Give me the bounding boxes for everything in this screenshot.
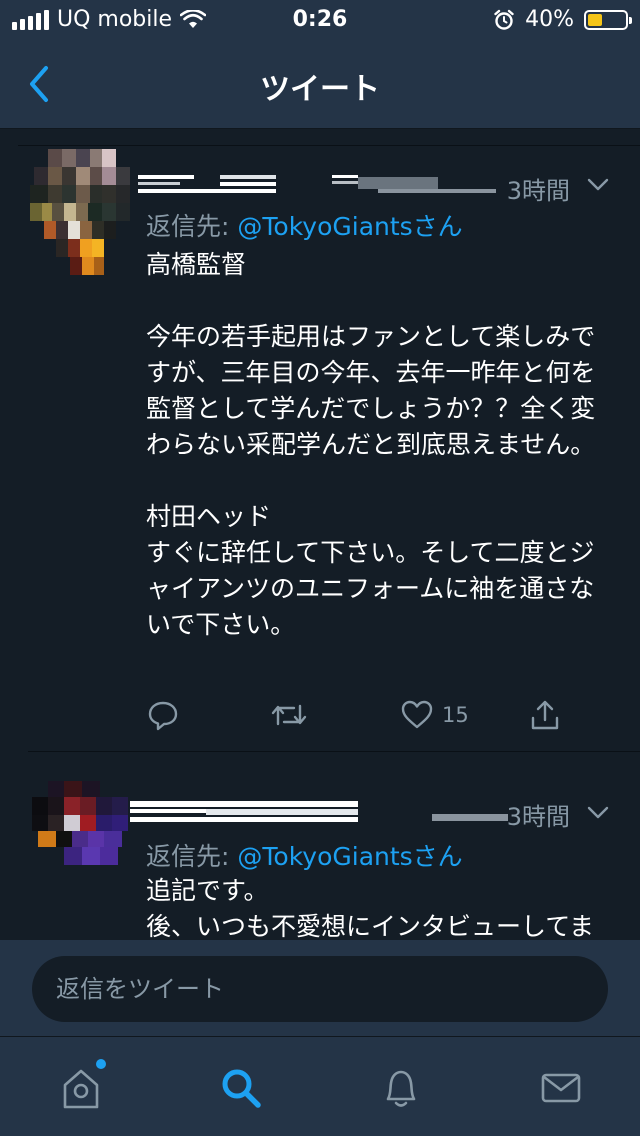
reply-input[interactable] bbox=[32, 956, 608, 1022]
tab-home[interactable] bbox=[56, 1059, 106, 1113]
search-icon bbox=[222, 1069, 261, 1108]
navigation-bar: ツイート bbox=[0, 40, 640, 129]
notifications-icon bbox=[386, 1070, 416, 1107]
tweet-feed[interactable]: 3時間 返信先: @TokyoGiantsさん 高橋監督 今年の若手起用はファン… bbox=[0, 129, 640, 940]
new-tweets-indicator bbox=[96, 1059, 106, 1069]
like-count: 15 bbox=[442, 703, 469, 727]
mention-link[interactable]: @TokyoGiantsさん bbox=[237, 212, 462, 241]
display-name bbox=[138, 175, 496, 193]
chevron-down-icon bbox=[587, 178, 609, 191]
app: UQ mobile 0:26 40% ツイート 3時間 返信先: @TokyoG… bbox=[0, 0, 640, 1136]
tweet-time: 3時間 bbox=[506, 803, 570, 831]
tweet[interactable]: 3時間 返信先: @TokyoGiantsさん 追記です。 後、いつも不愛想にイ… bbox=[0, 751, 640, 940]
battery-level bbox=[588, 13, 602, 26]
tweet-menu-button[interactable] bbox=[584, 175, 612, 195]
avatar[interactable] bbox=[30, 781, 134, 879]
share-icon bbox=[531, 700, 559, 730]
reply-prefix: 返信先: bbox=[146, 842, 238, 871]
reply-context: 返信先: @TokyoGiantsさん bbox=[146, 207, 463, 243]
tweet-text: 高橋監督 今年の若手起用はファンとして楽しみですが、三年目の今年、去年一昨年と何… bbox=[146, 250, 596, 639]
battery-percent: 40% bbox=[525, 7, 574, 32]
tweet-text: 追記です。 後、いつも不愛想にインタビューしてますが選手より自らを律してくだ bbox=[146, 876, 595, 940]
tweet-actions: 15 bbox=[146, 697, 586, 737]
share-button[interactable] bbox=[528, 697, 562, 733]
tab-notifications[interactable] bbox=[376, 1063, 426, 1113]
retweet-button[interactable] bbox=[270, 697, 308, 733]
alarm-icon bbox=[494, 9, 514, 30]
status-right: 40% bbox=[493, 7, 632, 32]
battery-icon bbox=[584, 9, 632, 30]
display-name bbox=[130, 801, 508, 822]
status-bar: UQ mobile 0:26 40% bbox=[0, 0, 640, 40]
reply-context: 返信先: @TokyoGiantsさん bbox=[146, 837, 463, 873]
tweet[interactable]: 3時間 返信先: @TokyoGiantsさん 高橋監督 今年の若手起用はファン… bbox=[0, 129, 640, 751]
tweet-menu-button[interactable] bbox=[584, 803, 612, 823]
reply-prefix: 返信先: bbox=[146, 212, 238, 241]
home-icon bbox=[63, 1069, 99, 1109]
page-title: ツイート bbox=[260, 72, 380, 107]
tab-search[interactable] bbox=[216, 1063, 266, 1113]
avatar[interactable] bbox=[30, 149, 134, 277]
reply-button[interactable] bbox=[146, 697, 180, 733]
reply-composer bbox=[0, 940, 640, 1036]
tweet-time: 3時間 bbox=[506, 177, 570, 205]
like-button[interactable]: 15 bbox=[400, 697, 469, 733]
tab-bar bbox=[0, 1036, 640, 1136]
heart-icon bbox=[401, 700, 433, 729]
mention-link[interactable]: @TokyoGiantsさん bbox=[237, 842, 462, 871]
tab-messages[interactable] bbox=[536, 1063, 586, 1113]
retweet-icon bbox=[271, 704, 307, 726]
chevron-down-icon bbox=[587, 806, 609, 819]
reply-icon bbox=[148, 701, 178, 731]
messages-icon bbox=[541, 1073, 581, 1103]
